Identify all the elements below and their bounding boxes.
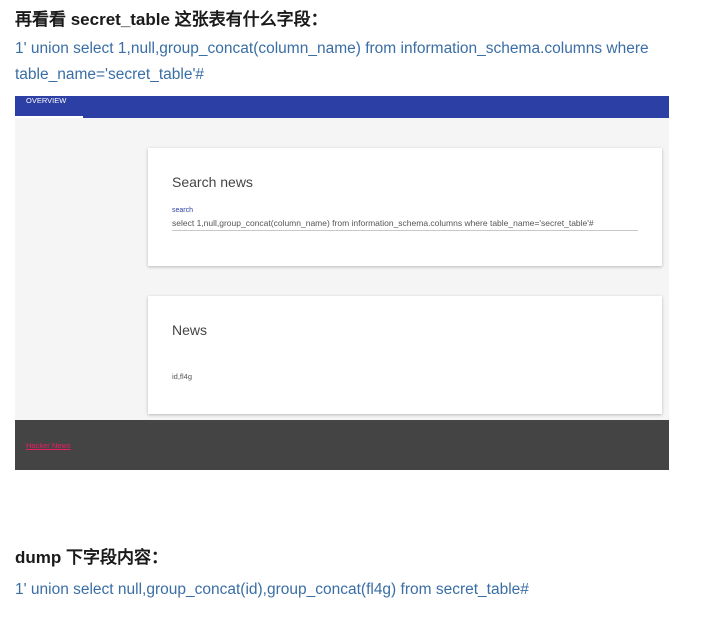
section-heading-fields: 再看看 secret_table 这张表有什么字段：	[15, 10, 328, 29]
embedded-app-screenshot: OVERVIEW Search news search select 1,nul…	[15, 96, 669, 470]
footer-bar: Hacker News	[15, 420, 669, 470]
hacker-news-link[interactable]: Hacker News	[26, 441, 71, 450]
news-result-text: id,fl4g	[172, 372, 193, 381]
sql-payload-columns: 1' union select 1,null,group_concat(colu…	[15, 40, 649, 83]
search-input[interactable]: select 1,null,group_concat(column_name) …	[172, 216, 638, 231]
search-news-card: Search news search select 1,null,group_c…	[148, 148, 662, 266]
search-field-label: search	[172, 207, 194, 214]
sql-payload-dump: 1' union select null,group_concat(id),gr…	[15, 581, 529, 598]
tab-overview[interactable]: OVERVIEW	[15, 96, 83, 118]
news-card: News id,fl4g	[148, 296, 662, 414]
search-card-title: Search news	[172, 174, 253, 190]
news-card-title: News	[172, 322, 208, 338]
search-input-value: select 1,null,group_concat(column_name) …	[172, 218, 594, 228]
section-heading-dump: dump 下字段内容：	[15, 548, 168, 567]
top-app-bar: OVERVIEW	[15, 96, 669, 118]
